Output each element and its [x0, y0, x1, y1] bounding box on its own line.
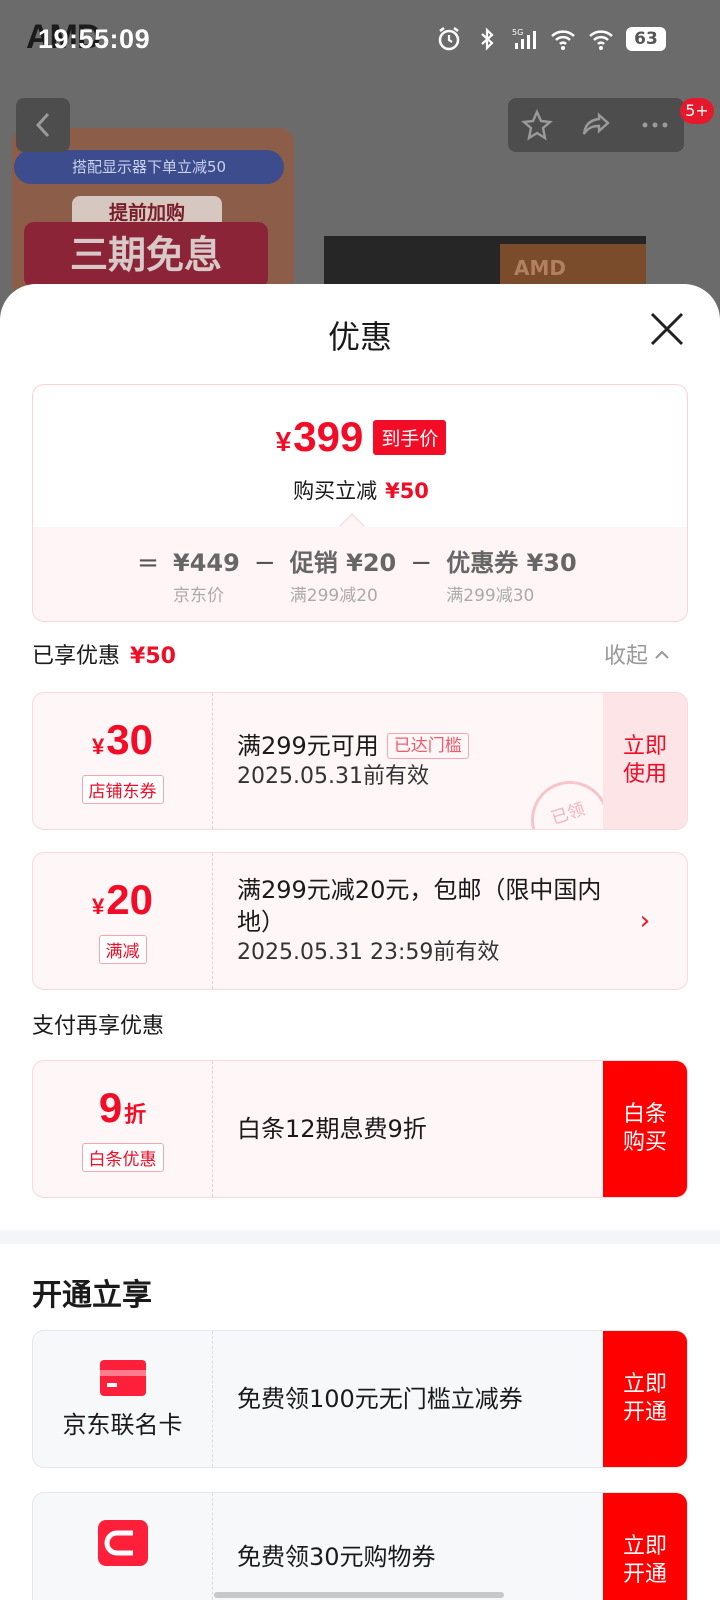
chevron-up-icon — [655, 650, 669, 659]
wifi-icon-2 — [589, 30, 613, 50]
network-label: 5G — [512, 28, 523, 37]
price-summary: ¥399 到手价 购买立减 ¥50 = ¥449 京东价 − 促销 ¥20 满29… — [32, 384, 688, 622]
coupon-kind: 店铺东券 — [81, 775, 164, 804]
pay-section-label: 支付再享优惠 — [32, 1014, 165, 1039]
back-button[interactable] — [16, 98, 70, 152]
baitiao-card: 9折 白条优惠 白条12期息费9折 白条购买 — [32, 1060, 688, 1198]
baitiao-kind: 白条优惠 — [81, 1143, 164, 1172]
wallet-icon — [97, 1520, 148, 1566]
signal-icon: 5G — [512, 28, 536, 49]
shopping-voucher-card: 免费领30元购物券 立即开通 — [32, 1492, 688, 1600]
promo-amount: ¥20 — [92, 876, 153, 923]
breakdown-promo: 促销 ¥20 满299减20 — [289, 549, 397, 606]
promo-bar: 搭配显示器下单立减50 — [14, 150, 284, 184]
message-badge: 5+ — [680, 98, 714, 124]
wifi-icon — [551, 30, 575, 50]
final-price: ¥399 — [275, 413, 364, 460]
baitiao-buy-button[interactable]: 白条购买 — [603, 1061, 687, 1197]
chevron-right-icon[interactable]: › — [603, 853, 687, 989]
open-now-button[interactable]: 立即开通 — [603, 1331, 687, 1467]
bluetooth-icon — [481, 27, 494, 51]
enjoyed-discount-label: 已享优惠 ¥50 — [32, 644, 176, 669]
coupon-condition: 满299元可用 — [237, 732, 379, 760]
jd-cobrand-card: 京东联名卡 免费领100元无门槛立减券 立即开通 — [32, 1330, 688, 1468]
sheet-title: 优惠 — [327, 318, 392, 356]
status-time: 19:55:09 — [38, 24, 151, 54]
coupon-card-shop: ¥30 店铺东券 满299元可用 已达门槛 2025.05.31前有效 已领 立即… — [32, 692, 688, 830]
more-icon[interactable] — [638, 108, 672, 142]
threshold-badge: 已达门槛 — [386, 733, 469, 759]
home-indicator[interactable] — [214, 1592, 504, 1598]
status-bar: 19:55:09 5G 63 — [0, 0, 720, 80]
card-icon — [99, 1359, 146, 1396]
minus-sign: − — [410, 548, 433, 578]
discount-sheet: 优惠 ¥399 到手价 购买立减¥50 = ¥449 京东价 − 促销 ¥20 — [0, 284, 720, 1600]
price-breakdown: = ¥449 京东价 − 促销 ¥20 满299减20 − 优惠券 ¥30 满2… — [33, 527, 687, 621]
alarm-icon — [438, 27, 460, 51]
promo-kind: 满减 — [98, 935, 147, 964]
voucher-offer: 免费领30元购物券 — [237, 1543, 436, 1571]
minus-sign: − — [253, 548, 276, 578]
status-icons: 5G 63 — [436, 26, 666, 52]
cobrand-card-name: 京东联名卡 — [62, 1410, 183, 1439]
use-now-button[interactable]: 立即使用 — [603, 693, 687, 829]
coupon-card-promo[interactable]: ¥20 满减 满299元减20元，包邮（限中国内地） 2025.05.31 23… — [32, 852, 688, 990]
baitiao-discount: 9折 — [98, 1084, 147, 1131]
chevron-left-icon — [35, 112, 50, 138]
promo-big-text: 三期免息 — [24, 222, 268, 288]
breakdown-base: ¥449 京东价 — [173, 549, 240, 606]
equals-sign: = — [137, 548, 159, 578]
coupon-validity: 2025.05.31前有效 — [237, 764, 429, 789]
final-price-tag: 到手价 — [373, 419, 447, 455]
baitiao-desc: 白条12期息费9折 — [237, 1115, 427, 1143]
section-divider — [0, 1230, 720, 1244]
collapse-button[interactable]: 收起 — [604, 638, 670, 670]
cobrand-offer: 免费领100元无门槛立减券 — [237, 1385, 523, 1413]
open-section-title: 开通立享 — [32, 1278, 152, 1313]
promo-validity: 2025.05.31 23:59前有效 — [237, 940, 500, 965]
instant-cut: 购买立减 ¥50 — [293, 479, 429, 503]
promo-condition: 满299元减20元，包邮（限中国内地） — [237, 876, 602, 936]
star-icon[interactable] — [520, 108, 554, 142]
coupon-amount: ¥30 — [92, 716, 153, 763]
nav-actions — [508, 98, 684, 152]
breakdown-coupon: 优惠券 ¥30 满299减30 — [446, 549, 577, 606]
battery-indicator: 63 — [626, 27, 666, 51]
share-icon[interactable] — [579, 108, 613, 142]
open-now-button-2[interactable]: 立即开通 — [603, 1493, 687, 1600]
close-icon[interactable] — [644, 306, 690, 352]
